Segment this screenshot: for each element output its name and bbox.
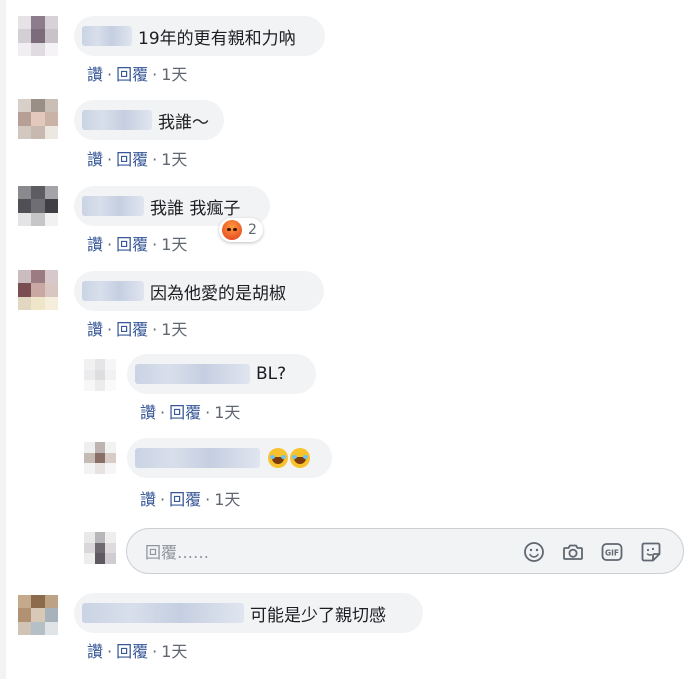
timestamp[interactable]: 1天 (214, 403, 240, 422)
reply-link[interactable]: 回覆 (169, 490, 201, 509)
comment-text: BL? (256, 364, 287, 384)
svg-text:GIF: GIF (605, 549, 619, 558)
avatar[interactable] (18, 270, 58, 310)
comment-actions: 讚 · 回覆 · 1天 (140, 403, 241, 422)
sticker-icon[interactable] (639, 540, 663, 564)
thread-left-rule (0, 0, 6, 679)
avatar[interactable] (84, 359, 116, 391)
smiley-icon[interactable] (522, 540, 546, 564)
reply-link[interactable]: 回覆 (116, 642, 148, 661)
comment-text: 我誰～ (158, 112, 209, 133)
comment-bubble: 可能是少了親切感 (74, 593, 423, 633)
camera-icon[interactable] (561, 540, 585, 564)
comment-actions: 讚 · 回覆 · 1天 (140, 490, 241, 509)
reaction-summary[interactable]: 2 (219, 218, 263, 242)
gif-icon[interactable]: GIF (600, 540, 624, 564)
comment-actions: 讚 · 回覆 · 1天 (87, 65, 188, 84)
avatar[interactable] (84, 442, 116, 474)
avatar[interactable] (18, 186, 58, 226)
reply-link[interactable]: 回覆 (116, 235, 148, 254)
comment-bubble: 因為他愛的是胡椒 (74, 271, 324, 311)
like-link[interactable]: 讚 (87, 320, 103, 339)
timestamp[interactable]: 1天 (161, 642, 187, 661)
timestamp[interactable]: 1天 (161, 235, 187, 254)
like-link[interactable]: 讚 (140, 490, 156, 509)
comment-text: 因為他愛的是胡椒 (150, 283, 286, 304)
reply-link[interactable]: 回覆 (116, 65, 148, 84)
comment-text: 19年的更有親和力吶 (138, 28, 296, 49)
like-link[interactable]: 讚 (140, 403, 156, 422)
author-name[interactable] (135, 364, 250, 384)
author-name[interactable] (82, 110, 152, 130)
comment-text: 可能是少了親切感 (250, 605, 386, 626)
comment-bubble: 19年的更有親和力吶 (74, 16, 325, 56)
timestamp[interactable]: 1天 (161, 150, 187, 169)
like-link[interactable]: 讚 (87, 65, 103, 84)
avatar[interactable] (18, 99, 58, 139)
timestamp[interactable]: 1天 (161, 320, 187, 339)
comment-actions: 讚 · 回覆 · 1天 (87, 150, 188, 169)
current-user-avatar (84, 532, 116, 564)
avatar[interactable] (18, 16, 58, 56)
reply-link[interactable]: 回覆 (116, 320, 148, 339)
comment-text: 我誰 我瘋子 (150, 198, 241, 219)
reply-composer[interactable]: GIF (126, 528, 684, 574)
comment-bubble: 我誰～ (74, 100, 224, 140)
author-name[interactable] (82, 196, 144, 216)
like-link[interactable]: 讚 (87, 150, 103, 169)
author-name[interactable] (82, 603, 244, 623)
like-link[interactable]: 讚 (87, 642, 103, 661)
like-link[interactable]: 讚 (87, 235, 103, 254)
reply-input[interactable] (143, 539, 507, 565)
comment-actions: 讚 · 回覆 · 1天 (87, 642, 188, 661)
reply-bubble (127, 438, 332, 478)
avatar[interactable] (18, 595, 58, 635)
laughing-emoji-icon (290, 448, 310, 468)
reply-bubble: BL? (127, 354, 316, 394)
author-name[interactable] (135, 448, 260, 468)
reply-link[interactable]: 回覆 (169, 403, 201, 422)
reply-link[interactable]: 回覆 (116, 150, 148, 169)
author-name[interactable] (82, 26, 132, 46)
comment-actions: 讚 · 回覆 · 1天 (87, 235, 188, 254)
author-name[interactable] (82, 281, 144, 301)
comment-actions: 讚 · 回覆 · 1天 (87, 320, 188, 339)
timestamp[interactable]: 1天 (214, 490, 240, 509)
angry-reaction-icon (222, 220, 242, 240)
timestamp[interactable]: 1天 (161, 65, 187, 84)
laughing-emoji-icon (268, 448, 288, 468)
reaction-count: 2 (248, 222, 257, 238)
